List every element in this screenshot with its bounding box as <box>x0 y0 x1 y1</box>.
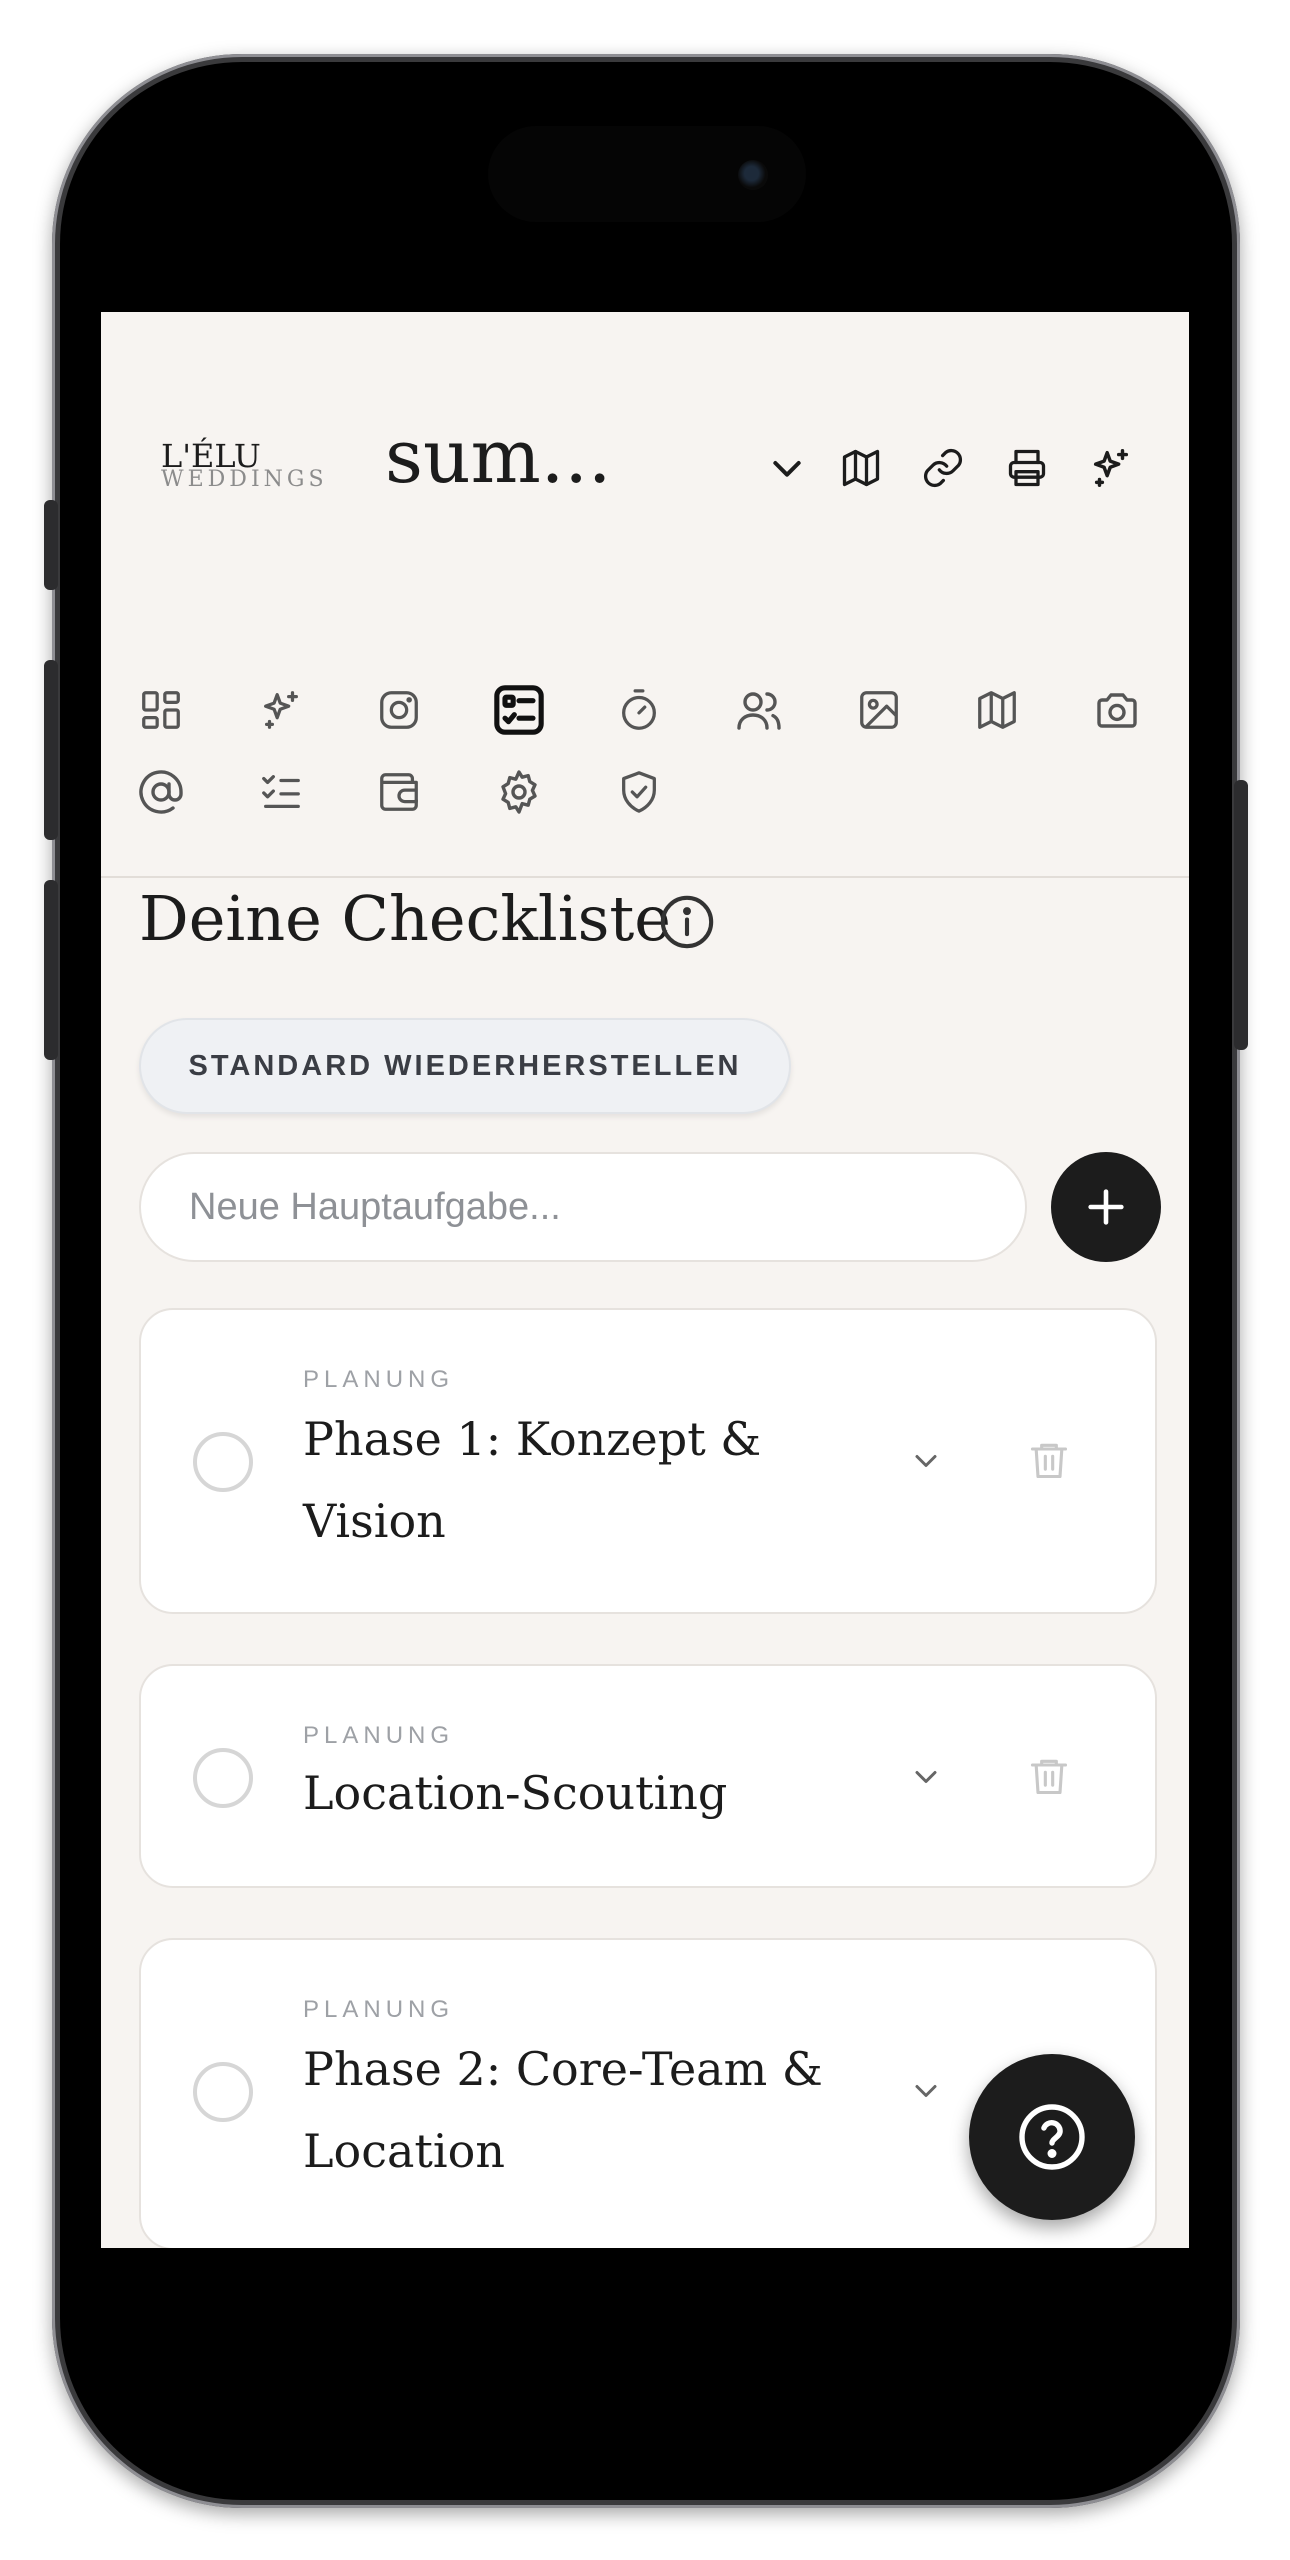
timer-icon[interactable] <box>609 680 669 740</box>
help-button[interactable] <box>969 2054 1135 2220</box>
map-icon[interactable] <box>967 680 1027 740</box>
link-icon[interactable] <box>915 440 971 496</box>
map-icon[interactable] <box>833 440 889 496</box>
at-icon[interactable] <box>131 762 191 822</box>
grid-icon[interactable] <box>131 680 191 740</box>
volume-up-button <box>44 660 58 840</box>
checklist-icon[interactable] <box>489 680 549 740</box>
app-screen: L'ÉLU WEDDINGS sum... Deine Checkliste S… <box>101 312 1189 2248</box>
event-title[interactable]: sum... <box>385 414 611 500</box>
add-task-button[interactable] <box>1051 1152 1161 1262</box>
task-card[interactable]: PLANUNG Location-Scouting <box>139 1664 1157 1888</box>
sparkles-icon[interactable] <box>1083 440 1139 496</box>
task-checkbox[interactable] <box>193 2062 253 2122</box>
volume-down-button <box>44 880 58 1060</box>
new-task-input[interactable] <box>139 1152 1027 1262</box>
settings-icon[interactable] <box>489 762 549 822</box>
nav-divider <box>101 876 1189 878</box>
task-card[interactable]: PLANUNG Phase 1: Konzept & Vision <box>139 1308 1157 1614</box>
info-icon[interactable] <box>657 892 717 952</box>
logo-sub-text: WEDDINGS <box>161 467 328 492</box>
restore-defaults-button[interactable]: STANDARD WIEDERHERSTELLEN <box>139 1018 791 1114</box>
task-category: PLANUNG <box>303 1722 455 1749</box>
task-title: Phase 1: Konzept & Vision <box>303 1412 762 1548</box>
sparkles-icon[interactable] <box>251 680 311 740</box>
help-icon <box>1019 2104 1085 2170</box>
task-category: PLANUNG <box>303 1366 455 1393</box>
brand-logo[interactable]: L'ÉLU WEDDINGS <box>161 437 341 497</box>
camera-icon[interactable] <box>1087 680 1147 740</box>
printer-icon[interactable] <box>999 440 1055 496</box>
front-camera <box>738 160 768 190</box>
task-checkbox[interactable] <box>193 1748 253 1808</box>
instagram-icon[interactable] <box>369 680 429 740</box>
page-title: Deine Checkliste <box>139 882 671 955</box>
task-title: Location-Scouting <box>303 1766 728 1820</box>
trash-icon[interactable] <box>1021 1432 1077 1488</box>
task-title: Phase 2: Core-Team & Location <box>303 2042 823 2178</box>
chevron-down-icon[interactable] <box>901 1752 951 1802</box>
power-button <box>1234 780 1248 1050</box>
trash-icon[interactable] <box>1021 1748 1077 1804</box>
chevron-down-icon[interactable] <box>759 440 815 496</box>
image-icon[interactable] <box>849 680 909 740</box>
plus-icon <box>1088 1189 1124 1225</box>
shield-check-icon[interactable] <box>609 762 669 822</box>
task-category: PLANUNG <box>303 1996 455 2023</box>
chevron-down-icon[interactable] <box>901 1436 951 1486</box>
chevron-down-icon[interactable] <box>901 2066 951 2116</box>
list-check-icon[interactable] <box>251 762 311 822</box>
task-checkbox[interactable] <box>193 1432 253 1492</box>
wallet-icon[interactable] <box>369 762 429 822</box>
action-button <box>44 500 58 590</box>
guests-icon[interactable] <box>729 680 789 740</box>
